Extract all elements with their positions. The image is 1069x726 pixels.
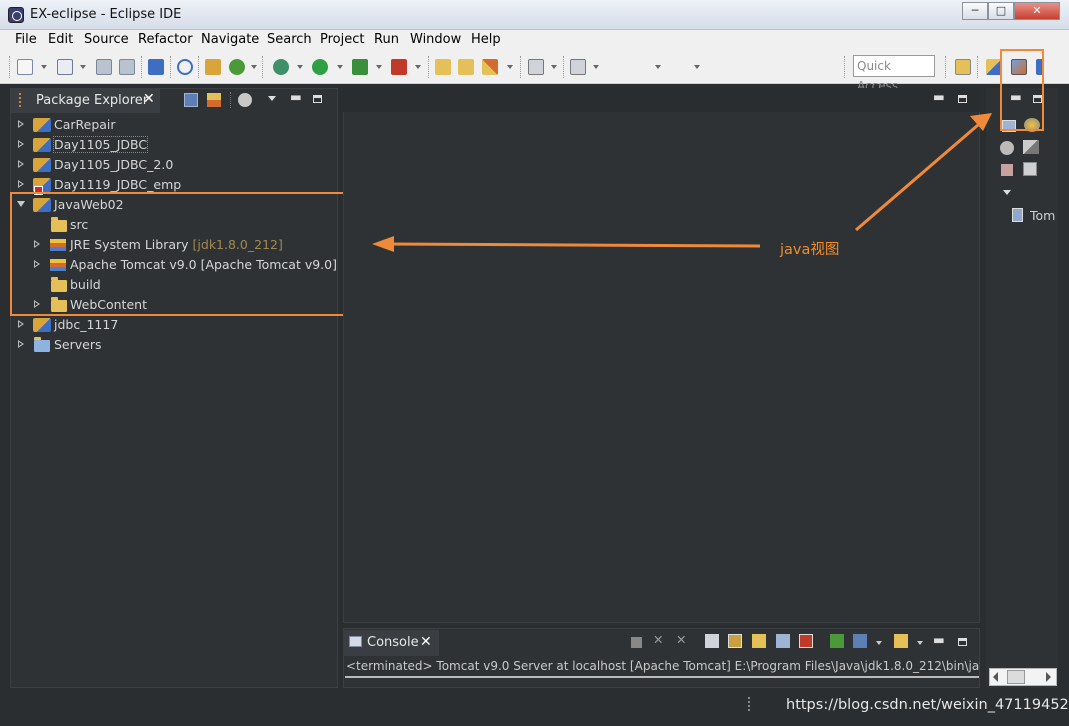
arrowhead-left — [372, 236, 394, 252]
arrow-to-perspective — [855, 123, 979, 232]
arrow-to-javaweb02 — [387, 242, 761, 248]
annotation-label: java视图 — [780, 242, 840, 258]
annotation-arrows — [372, 113, 992, 252]
